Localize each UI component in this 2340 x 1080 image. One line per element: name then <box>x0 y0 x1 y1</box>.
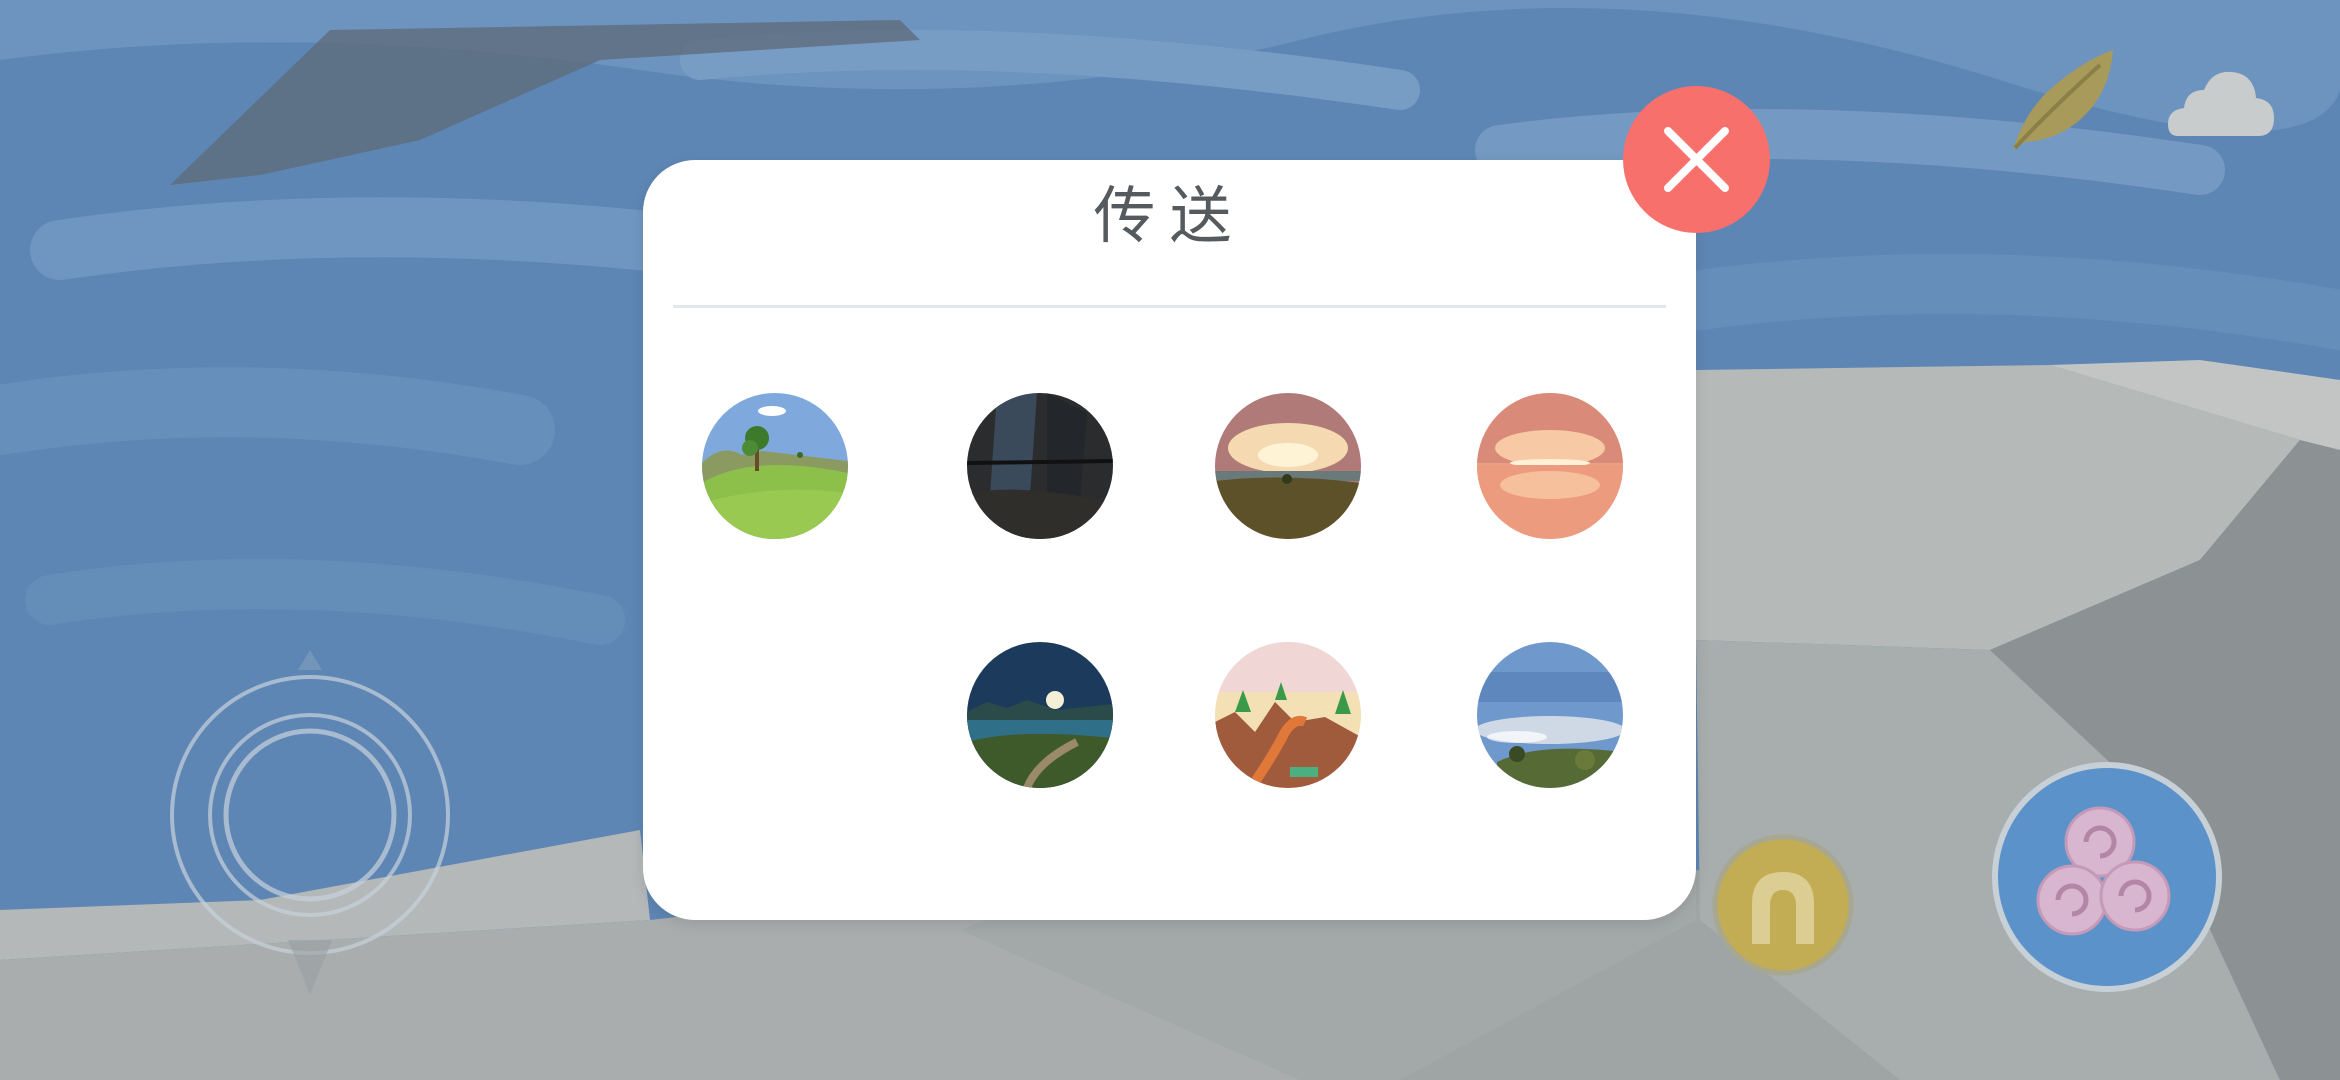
meadow-destination-icon[interactable] <box>702 393 848 539</box>
close-button[interactable] <box>1623 86 1770 233</box>
cave-destination-icon[interactable] <box>967 393 1113 539</box>
feather-icon[interactable] <box>2005 50 2115 155</box>
game-scene: 传送 <box>0 0 2340 1080</box>
title-divider <box>673 305 1666 308</box>
moonlit-lake-destination-icon[interactable] <box>967 642 1113 788</box>
teleport-dialog <box>643 160 1696 920</box>
cloud-sea-destination-icon[interactable] <box>1477 642 1623 788</box>
cloud-icon[interactable] <box>2168 64 2276 140</box>
joystick-icon[interactable] <box>150 650 480 1010</box>
swirl-icon[interactable] <box>1990 760 2224 994</box>
dialog-title: 传送 <box>1093 179 1246 252</box>
sunset-hill-destination-icon[interactable] <box>1215 393 1361 539</box>
canyon-trail-destination-icon[interactable] <box>1215 642 1361 788</box>
close-icon <box>1664 127 1729 192</box>
horseshoe-icon[interactable] <box>1712 834 1854 976</box>
sunset-sea-destination-icon[interactable] <box>1477 393 1623 539</box>
